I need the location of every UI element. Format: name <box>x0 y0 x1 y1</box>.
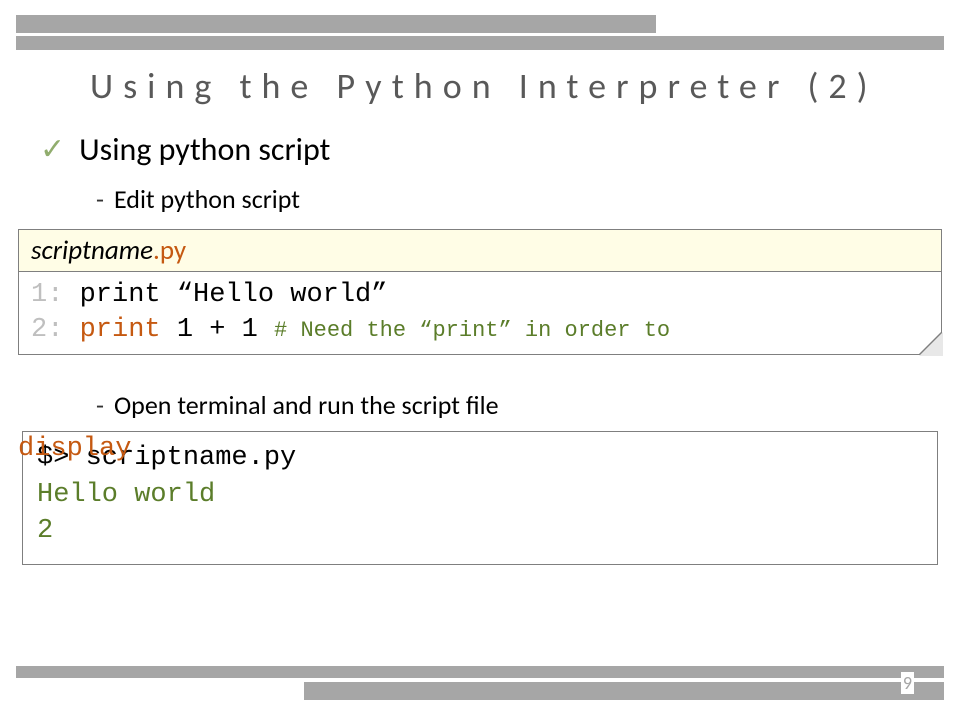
line-number: 2: <box>31 315 63 345</box>
terminal-output-line: Hello world <box>37 477 923 513</box>
code-text: print “Hello world” <box>63 280 387 310</box>
sub-bullet-1: - Edit python script <box>96 183 960 215</box>
file-header: scriptname.py <box>18 229 942 272</box>
file-name-ext: .py <box>153 234 186 267</box>
sub-bullet-1-text: Edit python script <box>114 183 300 215</box>
terminal-command: $> scriptname.py <box>37 440 923 476</box>
code-line-2: 2: print 1 + 1 # Need the “print” in ord… <box>31 313 929 348</box>
code-text: 1 + 1 <box>161 315 274 345</box>
dash-icon: - <box>96 389 104 421</box>
check-icon: ✓ <box>40 135 65 165</box>
bullet-main-text: Using python script <box>79 130 330 169</box>
line-number: 1: <box>31 280 63 310</box>
file-name-base: scriptname <box>31 234 153 267</box>
page-curl-icon <box>919 332 943 356</box>
code-line-1: 1: print “Hello world” <box>31 278 929 313</box>
code-file-box: scriptname.py 1: print “Hello world” 2: … <box>18 229 942 355</box>
terminal-output-line: 2 <box>37 513 923 549</box>
bullet-main: ✓ Using python script <box>40 130 960 169</box>
decor-bar-bottom-1 <box>16 666 944 678</box>
terminal-box: $> scriptname.py Hello world 2 <box>22 431 938 564</box>
slide-title: Using the Python Interpreter (2) <box>90 64 940 108</box>
sub-bullet-2: - Open terminal and run the script file <box>96 389 960 421</box>
slide-content: ✓ Using python script - Edit python scri… <box>0 130 960 565</box>
decor-bar-top-1 <box>16 15 656 33</box>
code-comment: # Need the “print” in order to <box>274 318 670 343</box>
code-body: 1: print “Hello world” 2: print 1 + 1 # … <box>18 272 942 355</box>
page-number: 9 <box>901 672 914 694</box>
decor-bar-bottom-2 <box>304 682 944 700</box>
decor-bar-top-2 <box>16 36 944 50</box>
dash-icon: - <box>96 183 104 215</box>
code-overflow-text: display <box>18 434 131 464</box>
sub-bullet-2-text: Open terminal and run the script file <box>114 389 499 421</box>
code-keyword: print <box>63 315 160 345</box>
